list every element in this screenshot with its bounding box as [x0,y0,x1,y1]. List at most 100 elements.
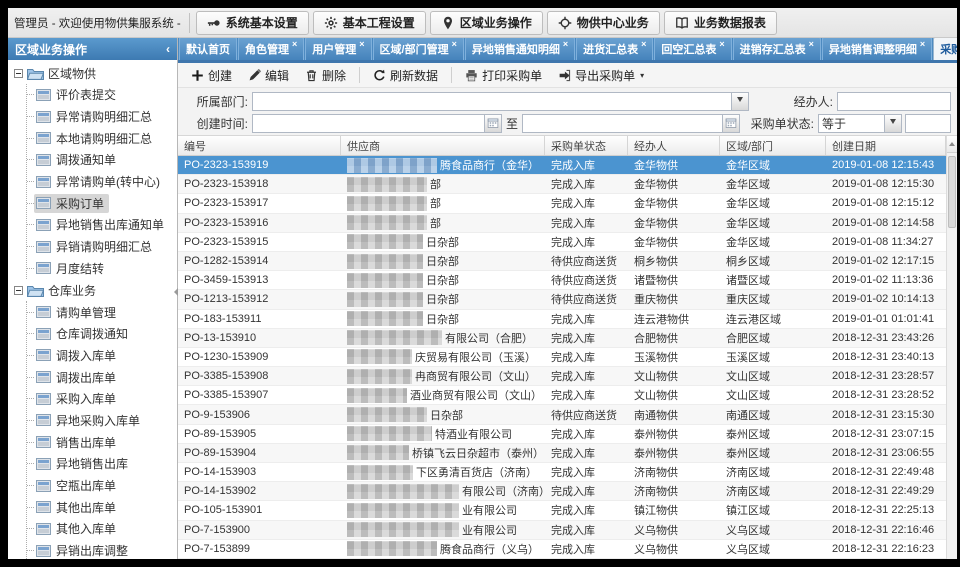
table-row[interactable]: PO-9-153906日杂部待供应商送货南通物供南通区域2018-12-31 2… [178,405,957,424]
sidebar-item-异销出库调整[interactable]: 异销出库调整 [27,540,177,559]
department-select[interactable] [252,92,749,111]
table-row[interactable]: PO-2323-153917部完成入库金华物供金华区域2019-01-08 12… [178,194,957,213]
table-row[interactable]: PO-1282-153914日杂部待供应商送货桐乡物供桐乡区域2019-01-0… [178,252,957,271]
sidebar-item-调拨出库单[interactable]: 调拨出库单 [27,366,177,388]
sidebar-item-异常请购单(转中心)[interactable]: 异常请购单(转中心) [27,171,177,193]
calendar-icon[interactable] [484,115,501,132]
sidebar-item-异常请购明细汇总[interactable]: 异常请购明细汇总 [27,106,177,128]
tab-close-icon[interactable]: × [641,40,646,49]
table-row[interactable]: PO-7-153900业有限公司完成入库义乌物供义乌区域2018-12-31 2… [178,521,957,540]
sidebar-item-异销请购明细汇总[interactable]: 异销请购明细汇总 [27,236,177,258]
sidebar-item-请购单管理[interactable]: 请购单管理 [27,301,177,323]
agent-input-field[interactable] [841,93,950,110]
tab-9[interactable]: 异地销售调整明细× [822,38,932,60]
top-menu-button-3[interactable]: 区域业务操作 [430,11,543,35]
table-row[interactable]: PO-14-153902有限公司（济南）完成入库济南物供济南区域2018-12-… [178,482,957,501]
tab-close-icon[interactable]: × [809,40,814,49]
column-header-3[interactable]: 采购单状态 [545,136,628,155]
print-button[interactable]: 打印采购单 [460,65,547,86]
column-header-5[interactable]: 区域/部门 [720,136,826,155]
collapse-box-icon[interactable] [14,286,23,295]
sidebar-item-调拨入库单[interactable]: 调拨入库单 [27,345,177,367]
tab-6[interactable]: 进货汇总表× [576,38,653,60]
column-header-1[interactable]: 编号 [178,136,341,155]
table-row[interactable]: PO-3385-153908冉商贸有限公司（文山）完成入库文山物供文山区域201… [178,367,957,386]
created-to-input[interactable] [522,114,740,133]
tab-close-icon[interactable]: × [719,40,724,49]
top-menu-button-2[interactable]: 基本工程设置 [313,11,426,35]
agent-input[interactable] [837,92,951,111]
table-row[interactable]: PO-1230-153909庆贸易有限公司（玉溪）完成入库玉溪物供玉溪区域201… [178,348,957,367]
tree-folder-2[interactable]: 仓库业务 [14,279,177,301]
created-from-field[interactable] [256,115,501,132]
status-operator-select[interactable]: 等于 [818,114,902,133]
column-header-4[interactable]: 经办人 [628,136,720,155]
sidebar-item-采购入库单[interactable]: 采购入库单 [27,388,177,410]
sidebar-item-异地采购入库单[interactable]: 异地采购入库单 [27,410,177,432]
table-row[interactable]: PO-2323-153919腾食品商行（金华）完成入库金华物供金华区域2019-… [178,156,957,175]
tab-8[interactable]: 进销存汇总表× [733,38,821,60]
column-header-6[interactable]: 创建日期 [826,136,946,155]
table-row[interactable]: PO-183-153911日杂部完成入库连云港物供连云港区域2019-01-01… [178,310,957,329]
export-button[interactable]: 导出采购单 ▾ [553,65,649,86]
tab-close-icon[interactable]: × [563,40,568,49]
table-row[interactable]: PO-2323-153916部完成入库金华物供金华区域2019-01-08 12… [178,214,957,233]
sidebar-item-仓库调拨通知[interactable]: 仓库调拨通知 [27,323,177,345]
sidebar-item-本地请购明细汇总[interactable]: 本地请购明细汇总 [27,127,177,149]
tab-close-icon[interactable]: × [292,40,297,49]
vertical-scrollbar[interactable] [946,136,957,559]
table-row[interactable]: PO-1213-153912日杂部待供应商送货重庆物供重庆区域2019-01-0… [178,290,957,309]
table-row[interactable]: PO-2323-153918部完成入库金华物供金华区域2019-01-08 12… [178,175,957,194]
table-row[interactable]: PO-89-153905特酒业有限公司完成入库泰州物供泰州区域2018-12-3… [178,425,957,444]
tab-7[interactable]: 回空汇总表× [654,38,731,60]
tab-4[interactable]: 区域/部门管理× [373,38,464,60]
table-row[interactable]: PO-13-153910有限公司（合肥）完成入库合肥物供合肥区域2018-12-… [178,329,957,348]
table-row[interactable]: PO-7-153899腾食品商行（义乌）完成入库义乌物供义乌区域2018-12-… [178,540,957,559]
status-value-input[interactable] [905,114,951,133]
calendar-icon[interactable] [722,115,739,132]
column-header-2[interactable]: 供应商 [341,136,545,155]
collapse-box-icon[interactable] [14,69,23,78]
scrollbar-thumb[interactable] [948,156,956,228]
tab-close-icon[interactable]: × [359,40,364,49]
tab-1[interactable]: 默认首页 [179,38,237,60]
sidebar-item-调拨通知单[interactable]: 调拨通知单 [27,149,177,171]
sidebar-item-异地销售出库[interactable]: 异地销售出库 [27,453,177,475]
created-from-input[interactable] [252,114,502,133]
splitter-handle-icon[interactable] [170,288,178,296]
sidebar-item-其他出库单[interactable]: 其他出库单 [27,496,177,518]
sidebar-item-评价表提交[interactable]: 评价表提交 [27,84,177,106]
tab-10[interactable]: 采购订单× [933,38,957,60]
delete-button[interactable]: 删除 [300,65,351,86]
top-menu-button-1[interactable]: 系统基本设置 [196,11,309,35]
table-row[interactable]: PO-3459-153913日杂部待供应商送货诸暨物供诸暨区域2019-01-0… [178,271,957,290]
top-menu-button-5[interactable]: 业务数据报表 [664,11,777,35]
sidebar-collapse-icon[interactable]: ‹ [166,43,170,55]
top-menu-button-4[interactable]: 物供中心业务 [547,11,660,35]
table-row[interactable]: PO-14-153903下区勇清百货店（济南）完成入库济南物供济南区域2018-… [178,463,957,482]
table-row[interactable]: PO-89-153904桥镇飞云日杂超市（泰州）完成入库泰州物供泰州区域2018… [178,444,957,463]
sidebar-item-异地销售出库通知单[interactable]: 异地销售出库通知单 [27,214,177,236]
chevron-down-icon[interactable] [884,115,901,132]
sidebar-item-月度结转[interactable]: 月度结转 [27,258,177,280]
table-row[interactable]: PO-105-153901业有限公司完成入库镇江物供镇江区域2018-12-31… [178,501,957,520]
tab-close-icon[interactable]: × [452,40,457,49]
table-row[interactable]: PO-2323-153915日杂部完成入库金华物供金华区域2019-01-08 … [178,233,957,252]
sidebar-item-销售出库单[interactable]: 销售出库单 [27,431,177,453]
tab-3[interactable]: 用户管理× [305,38,371,60]
tab-5[interactable]: 异地销售通知明细× [465,38,575,60]
tab-2[interactable]: 角色管理× [238,38,304,60]
chevron-down-icon[interactable] [731,93,748,110]
sidebar-item-空瓶出库单[interactable]: 空瓶出库单 [27,475,177,497]
scroll-up-icon[interactable] [947,136,957,153]
refresh-button[interactable]: 刷新数据 [368,65,443,86]
tree-folder-1[interactable]: 区域物供 [14,62,177,84]
sidebar-item-其他入库单[interactable]: 其他入库单 [27,518,177,540]
edit-button[interactable]: 编辑 [243,65,294,86]
created-to-field[interactable] [526,115,739,132]
status-value-field[interactable] [909,115,950,132]
tab-close-icon[interactable]: × [920,40,925,49]
sidebar-item-采购订单[interactable]: 采购订单 [27,192,177,214]
table-row[interactable]: PO-3385-153907酒业商贸有限公司（文山）完成入库文山物供文山区域20… [178,386,957,405]
create-button[interactable]: 创建 [186,65,237,86]
